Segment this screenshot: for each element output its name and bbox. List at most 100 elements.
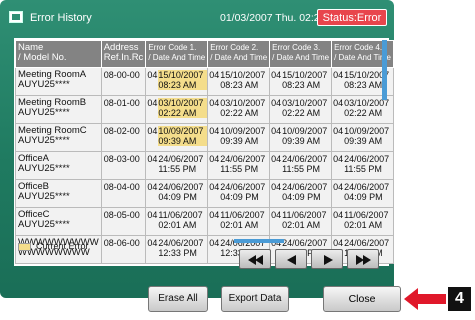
status-badge: Status:Error xyxy=(317,9,387,26)
error-date: 11/06/2007 xyxy=(282,210,327,220)
cell-address: 08-01-00 xyxy=(100,95,147,124)
legend-swatch xyxy=(18,243,31,251)
error-date: 24/06/2007 xyxy=(158,182,204,192)
cell-error-code-3: 04 03/10/2007 02:22 AM xyxy=(269,95,333,124)
legend-label: Current Error xyxy=(36,241,89,251)
cell-error-code-1: 04 11/06/2007 02:01 AM xyxy=(145,207,209,236)
error-date: 10/09/2007 xyxy=(344,126,390,136)
scroll-left-icon xyxy=(287,255,296,265)
error-code: 04 xyxy=(271,182,282,192)
error-date: 24/06/2007 xyxy=(282,182,328,192)
table-row[interactable]: OfficeB AUYU25**** 08-04-00 04 24/06/2007 04:… xyxy=(15,179,394,208)
error-time: 09:39 AM xyxy=(158,136,197,146)
vertical-scroll-indicator[interactable] xyxy=(382,40,387,100)
cell-address: 08-03-00 xyxy=(100,151,147,180)
model-number: AUYU25**** xyxy=(18,107,70,118)
error-date: 11/06/2007 xyxy=(158,210,203,220)
scroll-first-icon xyxy=(248,255,263,265)
scroll-last-icon xyxy=(356,255,371,265)
scroll-last-button[interactable] xyxy=(347,249,379,269)
error-time: 04:09 PM xyxy=(158,192,197,202)
window-title: Error History xyxy=(30,12,92,24)
scroll-left-button[interactable] xyxy=(275,249,307,269)
column-header-address: Address Ref.In.Rc xyxy=(100,40,147,68)
table-row[interactable]: Meeting RoomB AUYU25**** 08-01-00 04 03/10/2… xyxy=(15,95,394,124)
error-date: 24/06/2007 xyxy=(344,238,390,248)
export-data-button[interactable]: Export Data xyxy=(221,286,289,312)
error-code: 04 xyxy=(209,182,220,192)
close-button[interactable]: Close xyxy=(323,286,401,312)
cell-address: 08-05-00 xyxy=(100,207,147,236)
cell-address: 08-02-00 xyxy=(100,123,147,152)
error-code: 04 xyxy=(271,98,282,108)
scroll-first-button[interactable] xyxy=(239,249,271,269)
error-time: 08:23 AM xyxy=(158,80,197,90)
error-time: 02:01 AM xyxy=(282,220,321,230)
error-history-table: Name / Model No. Address Ref.In.Rc Error C… xyxy=(15,40,394,264)
cell-error-code-4: 04 11/06/2007 02:01 AM xyxy=(331,207,394,236)
cell-error-code-2: 04 15/10/2007 08:23 AM xyxy=(207,67,271,96)
error-date: 11/06/2007 xyxy=(344,210,389,220)
model-number: AUYU25**** xyxy=(18,163,70,174)
cell-error-code-2: 04 24/06/2007 04:09 PM xyxy=(207,179,271,208)
error-time: 02:22 AM xyxy=(282,108,321,118)
cell-error-code-4: 04 24/06/2007 11:55 PM xyxy=(331,151,394,180)
error-code: 04 xyxy=(333,154,344,164)
error-date: 10/09/2007 xyxy=(282,126,328,136)
table-header-row: Name / Model No. Address Ref.In.Rc Error C… xyxy=(15,40,394,68)
error-date: 03/10/2007 xyxy=(220,98,266,108)
error-time: 12:33 PM xyxy=(158,248,197,258)
column-header-error-code-2: Error Code 2. / Date And Time xyxy=(207,40,271,68)
cell-address: 08-06-00 xyxy=(100,235,147,264)
error-date: 10/09/2007 xyxy=(220,126,266,136)
cell-error-code-1: 04 10/09/2007 09:39 AM xyxy=(145,123,209,152)
table-row[interactable]: Meeting RoomC AUYU25**** 08-02-00 04 10/09/2… xyxy=(15,123,394,152)
error-time: 11:55 PM xyxy=(158,164,197,174)
cell-error-code-3: 04 24/06/2007 11:55 PM xyxy=(269,151,333,180)
error-time: 02:01 AM xyxy=(158,220,197,230)
table-row[interactable]: OfficeA AUYU25**** 08-03-00 04 24/06/2007 11:… xyxy=(15,151,394,180)
cell-address: 08-04-00 xyxy=(100,179,147,208)
error-code: 04 xyxy=(209,126,220,136)
error-code: 04 xyxy=(209,238,220,248)
cell-address: 08-00-00 xyxy=(100,67,147,96)
erase-all-button[interactable]: Erase All xyxy=(148,286,208,312)
cell-error-code-1: 04 24/06/2007 11:55 PM xyxy=(145,151,209,180)
error-code: 04 xyxy=(209,98,220,108)
cell-error-code-4: 04 24/06/2007 04:09 PM xyxy=(331,179,394,208)
cell-error-code-3: 04 10/09/2007 09:39 AM xyxy=(269,123,333,152)
error-date: 24/06/2007 xyxy=(158,238,204,248)
error-time: 02:22 AM xyxy=(158,108,197,118)
error-time: 02:01 AM xyxy=(220,220,259,230)
error-code: 04 xyxy=(147,126,158,136)
column-header-error-code-1: Error Code 1. / Date And Time xyxy=(145,40,209,68)
cell-error-code-1: 04 03/10/2007 02:22 AM xyxy=(145,95,209,124)
model-number: AUYU25**** xyxy=(18,79,70,90)
error-date: 15/10/2007 xyxy=(220,70,266,80)
title-bar: Error History 01/03/2007 Thu. 02:20 PM S… xyxy=(0,0,394,34)
error-time: 11:55 PM xyxy=(344,164,382,174)
scroll-right-button[interactable] xyxy=(311,249,343,269)
error-date: 24/06/2007 xyxy=(344,154,390,164)
error-time: 02:22 AM xyxy=(220,108,259,118)
cell-error-code-2: 04 11/06/2007 02:01 AM xyxy=(207,207,271,236)
error-code: 04 xyxy=(271,126,282,136)
window-icon xyxy=(9,11,23,23)
error-date: 24/06/2007 xyxy=(220,154,266,164)
error-code: 04 xyxy=(333,70,344,80)
error-time: 11:55 PM xyxy=(282,164,321,174)
error-time: 08:23 AM xyxy=(220,80,259,90)
error-date: 15/10/2007 xyxy=(282,70,328,80)
error-time: 08:23 AM xyxy=(282,80,321,90)
error-code: 04 xyxy=(271,70,282,80)
table-row[interactable]: OfficeC AUYU25**** 08-05-00 04 11/06/2007 02:… xyxy=(15,207,394,236)
error-history-window: Error History 01/03/2007 Thu. 02:20 PM S… xyxy=(0,0,394,298)
table-row[interactable]: Meeting RoomA AUYU25**** 08-00-00 04 15/10/2… xyxy=(15,67,394,96)
model-number: AUYU25**** xyxy=(18,219,70,230)
horizontal-scroll-indicator[interactable] xyxy=(234,239,284,243)
error-time: 09:39 AM xyxy=(282,136,321,146)
error-code: 04 xyxy=(333,182,344,192)
error-date: 10/09/2007 xyxy=(158,126,204,136)
error-code: 04 xyxy=(209,70,220,80)
cell-error-code-1: 04 24/06/2007 12:33 PM xyxy=(145,235,209,264)
